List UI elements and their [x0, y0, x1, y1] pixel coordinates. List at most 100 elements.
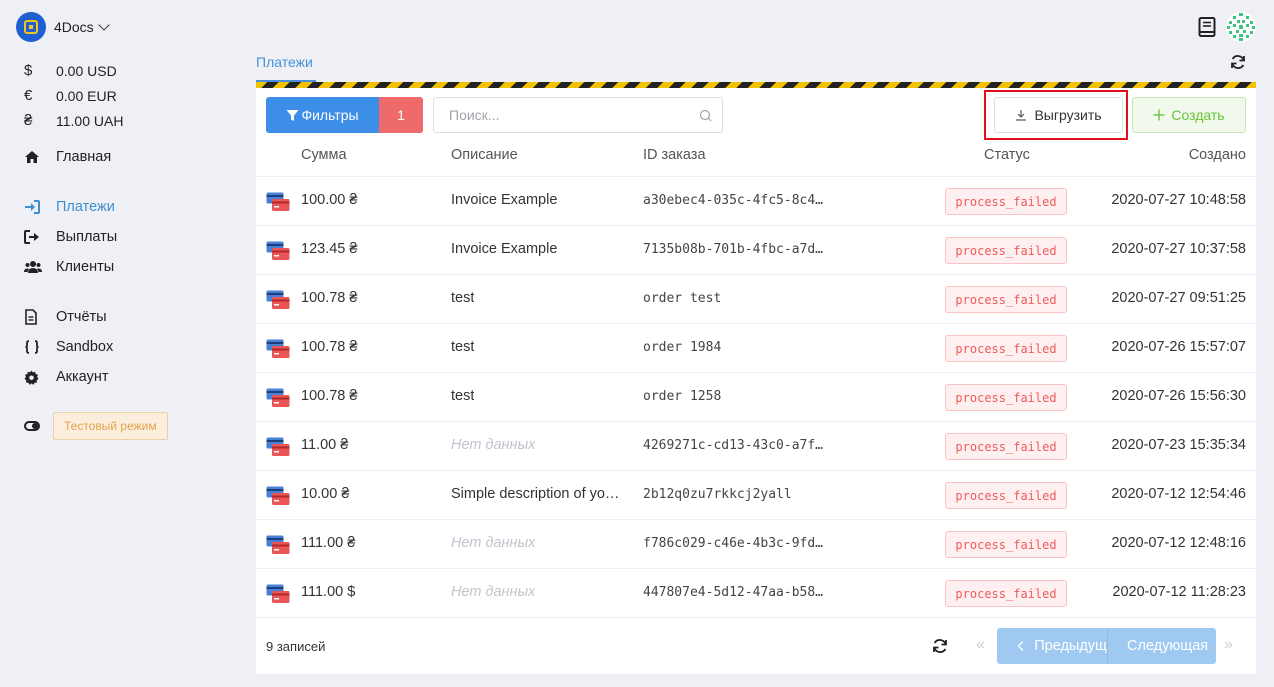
- cell-description: Нет данных: [451, 535, 536, 551]
- create-button[interactable]: Создать: [1132, 97, 1246, 133]
- cell-created: 2020-07-27 10:37:58: [1111, 241, 1246, 257]
- status-badge: process_failed: [945, 482, 1067, 509]
- cell-amount: 100.00 ₴: [301, 192, 358, 208]
- sign-out-icon: [24, 230, 56, 244]
- cell-amount: 100.78 ₴: [301, 388, 358, 404]
- sidebar-item-account[interactable]: Аккаунт: [24, 362, 113, 392]
- filters-label: Фильтры: [301, 107, 359, 123]
- tab-bar: Платежи: [256, 50, 1256, 84]
- tab-payments[interactable]: Платежи: [256, 54, 316, 82]
- cell-created: 2020-07-12 12:54:46: [1111, 486, 1246, 502]
- prev-page-button[interactable]: Предыдущ: [997, 628, 1107, 664]
- credit-card-icon: [266, 192, 290, 215]
- column-order-id[interactable]: ID заказа: [643, 147, 706, 163]
- cell-description: Нет данных: [451, 437, 536, 453]
- balances: $ 0.00 USD € 0.00 EUR ₴ 11.00 UAH: [24, 58, 123, 133]
- cell-order-id: 4269271c-cd13-43c0-a7f…: [643, 438, 824, 453]
- column-created[interactable]: Создано: [1189, 147, 1246, 163]
- search-box: [433, 97, 723, 133]
- brand-switcher[interactable]: 4Docs: [16, 12, 110, 42]
- cell-description: Simple description of yo…: [451, 486, 620, 502]
- sidebar-item-home[interactable]: Главная: [24, 142, 111, 172]
- refresh-icon[interactable]: [932, 638, 948, 657]
- cell-created: 2020-07-26 15:57:07: [1111, 339, 1246, 355]
- cell-description: Invoice Example: [451, 241, 558, 257]
- filters-count-badge[interactable]: 1: [379, 97, 423, 133]
- create-label: Создать: [1171, 107, 1225, 123]
- status-badge: process_failed: [945, 188, 1067, 215]
- status-badge: process_failed: [945, 237, 1067, 264]
- filters-button[interactable]: Фильтры: [266, 97, 379, 133]
- cell-created: 2020-07-27 10:48:58: [1111, 192, 1246, 208]
- column-status[interactable]: Статус: [984, 147, 1030, 163]
- cell-description: Нет данных: [451, 584, 536, 600]
- table-row[interactable]: 10.00 ₴ Simple description of yo… 2b12q0zu…: [256, 471, 1256, 520]
- first-page-icon[interactable]: «: [976, 636, 985, 654]
- table-row[interactable]: 100.00 ₴ Invoice Example a30ebec4-035c-4fc…: [256, 177, 1256, 226]
- column-description[interactable]: Описание: [451, 147, 518, 163]
- cell-order-id: order 1984: [643, 340, 722, 355]
- download-icon: [1016, 110, 1027, 121]
- nav-main: Главная: [24, 142, 111, 172]
- credit-card-icon: [266, 388, 290, 411]
- cell-amount: 111.00 ₴: [301, 535, 356, 551]
- cell-created: 2020-07-12 12:48:16: [1111, 535, 1246, 551]
- home-icon: [24, 150, 56, 164]
- table-body: 100.00 ₴ Invoice Example a30ebec4-035c-4fc…: [256, 177, 1256, 618]
- sidebar-item-sandbox[interactable]: Sandbox: [24, 332, 113, 362]
- cell-order-id: 447807e4-5d12-47aa-b58…: [643, 585, 824, 600]
- sidebar-item-reports[interactable]: Отчёты: [24, 302, 113, 332]
- status-badge: process_failed: [945, 384, 1067, 411]
- test-mode-toggle[interactable]: [24, 421, 40, 431]
- nav-operations: Платежи Выплаты Клиенты: [24, 192, 117, 282]
- balance-uah: ₴ 11.00 UAH: [24, 108, 123, 133]
- credit-card-icon: [266, 486, 290, 509]
- status-badge: process_failed: [945, 286, 1067, 313]
- balance-amount: 0.00 EUR: [56, 87, 117, 104]
- credit-card-icon: [266, 339, 290, 362]
- balance-eur: € 0.00 EUR: [24, 83, 123, 108]
- payments-panel: Фильтры 1 Выгрузить Создать Сумма Описан…: [256, 88, 1256, 674]
- euro-icon: €: [24, 87, 33, 104]
- cell-order-id: order test: [643, 291, 722, 306]
- credit-card-icon: [266, 437, 290, 460]
- export-button[interactable]: Выгрузить: [994, 97, 1123, 133]
- table-row[interactable]: 111.00 $ Нет данных 447807e4-5d12-47aa-b58…: [256, 569, 1256, 618]
- avatar[interactable]: [1226, 12, 1256, 42]
- table-row[interactable]: 100.78 ₴ test order 1258 process_failed 2020…: [256, 373, 1256, 422]
- records-count: 9 записей: [266, 639, 326, 654]
- brand-logo-icon: [16, 12, 46, 42]
- sign-in-icon: [24, 200, 56, 214]
- cell-order-id: 2b12q0zu7rkkcj2yall: [643, 487, 792, 502]
- nav-tools: Отчёты Sandbox Аккаунт: [24, 302, 113, 392]
- table-row[interactable]: 100.78 ₴ test order test process_failed 2020…: [256, 275, 1256, 324]
- balance-amount: 0.00 USD: [56, 62, 117, 79]
- sidebar-item-payouts[interactable]: Выплаты: [24, 222, 117, 252]
- hryvnia-icon: ₴: [24, 112, 33, 129]
- last-page-icon[interactable]: »: [1224, 636, 1233, 654]
- next-page-button[interactable]: Следующая: [1107, 628, 1216, 664]
- chevron-down-icon: [98, 19, 110, 31]
- table-row[interactable]: 123.45 ₴ Invoice Example 7135b08b-701b-4fb…: [256, 226, 1256, 275]
- sidebar-item-payments[interactable]: Платежи: [24, 192, 117, 222]
- test-mode: Тестовый режим: [24, 412, 168, 440]
- search-input[interactable]: [434, 98, 684, 132]
- table-row[interactable]: 11.00 ₴ Нет данных 4269271c-cd13-43c0-a7f……: [256, 422, 1256, 471]
- cell-order-id: a30ebec4-035c-4fc5-8c4…: [643, 193, 824, 208]
- gear-icon: [24, 369, 56, 385]
- chevron-left-icon: [1017, 640, 1024, 652]
- credit-card-icon: [266, 535, 290, 558]
- book-icon[interactable]: [1198, 17, 1217, 40]
- users-icon: [24, 260, 56, 274]
- sidebar-item-clients[interactable]: Клиенты: [24, 252, 117, 282]
- cell-created: 2020-07-23 15:35:34: [1111, 437, 1246, 453]
- table-row[interactable]: 111.00 ₴ Нет данных f786c029-c46e-4b3c-9fd…: [256, 520, 1256, 569]
- cell-description: test: [451, 339, 475, 355]
- cell-amount: 100.78 ₴: [301, 339, 358, 355]
- search-icon[interactable]: [699, 109, 712, 125]
- column-amount[interactable]: Сумма: [301, 147, 347, 163]
- cell-description: test: [451, 388, 475, 404]
- status-badge: process_failed: [945, 335, 1067, 362]
- table-row[interactable]: 100.78 ₴ test order 1984 process_failed 2020…: [256, 324, 1256, 373]
- refresh-icon[interactable]: [1230, 54, 1246, 73]
